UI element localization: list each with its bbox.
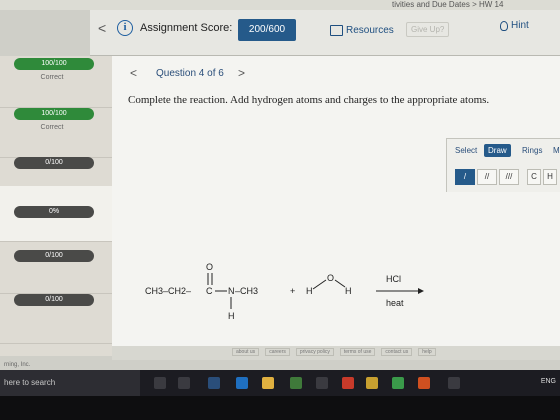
sidebar-question-1[interactable]: 100/100 Correct [0,56,112,108]
water-bond-left [312,279,327,290]
give-up-button[interactable]: Give Up? [406,22,450,37]
app-icon[interactable] [290,377,302,389]
sidebar-question-2[interactable]: 100/100 Correct [0,106,112,158]
tab-rings[interactable]: Rings [522,146,542,155]
taskbar-search-placeholder: here to search [4,378,56,387]
tab-more[interactable]: M [553,146,560,155]
reaction-arrow-head-icon [418,288,424,294]
top-strip: tivities and Due Dates > HW 14 [0,0,560,10]
page-footer: about us careers privacy policy terms of… [112,346,560,360]
nitrogen-label: N [228,286,235,296]
hydrogen-atom-button[interactable]: H [543,169,557,185]
previous-question-chevron-icon[interactable]: < [130,66,137,80]
footer-link-careers[interactable]: careers [265,348,290,356]
assignment-header: < i Assignment Score: 200/600 Resources … [90,10,560,56]
score-pill: 100/100 [14,58,94,70]
drawing-toolbar: Select Draw Rings M / // /// C H [446,138,560,192]
status-text: Correct [40,74,64,81]
carbonyl-carbon-label: C [206,286,213,296]
header-back-chevron-icon[interactable]: < [98,20,106,36]
question-prompt: Complete the reaction. Add hydrogen atom… [128,94,490,106]
score-pill: 0/100 [14,250,94,262]
chrome-icon[interactable] [392,377,404,389]
footer-link-terms[interactable]: terms of use [339,348,376,356]
footer-link-help[interactable]: help [418,348,436,356]
question-sidebar: 100/100 Correct 100/100 Correct 0/100 0%… [0,56,112,356]
resources-label: Resources [346,24,394,36]
score-pill: 100/100 [14,108,94,120]
app-icon[interactable] [366,377,378,389]
store-icon[interactable] [208,377,220,389]
app-icon[interactable] [342,377,354,389]
hint-label: Hint [511,20,529,31]
carbon-atom-button[interactable]: C [527,169,541,185]
sidebar-question-6[interactable]: 0/100 [0,292,112,344]
folder-icon [330,24,343,36]
assignment-score-label: Assignment Score: [140,22,233,34]
triple-bond-button[interactable]: /// [499,169,519,185]
file-explorer-icon[interactable] [262,377,274,389]
status-text: Correct [40,124,64,131]
copyright-text: rning, Inc. [4,362,31,368]
breadcrumb-separator: > [472,0,477,9]
app-icon[interactable] [448,377,460,389]
reaction-scheme: CH3–CH2– O C N –CH3 H + H O H HCl heat [140,260,440,335]
n-methyl-label: –CH3 [235,286,258,296]
next-question-chevron-icon[interactable]: > [238,66,245,80]
sidebar-question-4[interactable]: 0% [0,186,112,242]
resources-button[interactable]: Resources [330,20,394,40]
tab-select[interactable]: Select [455,146,477,155]
score-pill: 0/100 [14,157,94,169]
score-pill: 0% [14,206,94,218]
footer-link-contact[interactable]: contact us [381,348,413,356]
task-view-icon[interactable] [178,377,190,389]
double-bond-button[interactable]: // [477,169,497,185]
water-hydrogen-left: H [306,286,313,296]
edge-browser-icon[interactable] [236,377,248,389]
sidebar-question-5[interactable]: 0/100 [0,242,112,294]
breadcrumb[interactable]: tivities and Due Dates > HW 14 [392,0,503,9]
breadcrumb-current: HW 14 [478,0,504,9]
lightbulb-icon [500,20,508,31]
plus-sign: + [290,286,295,296]
footer-link-about[interactable]: about us [232,348,260,356]
reaction-svg: CH3–CH2– O C N –CH3 H + H O H HCl heat [145,262,424,321]
taskbar-search-box[interactable]: here to search [0,370,140,396]
score-pill: 0/100 [14,294,94,306]
n-hydrogen-label: H [228,311,235,321]
microphone-icon[interactable] [154,377,166,389]
info-icon[interactable]: i [117,20,133,36]
app-icon[interactable] [316,377,328,389]
carbonyl-oxygen-label: O [206,262,213,272]
screen-bezel [0,396,560,420]
footer-link-privacy[interactable]: privacy policy [295,348,334,356]
ethyl-group-label: CH3–CH2– [145,286,191,296]
water-oxygen-label: O [327,273,334,283]
footer-links: about us careers privacy policy terms of… [232,348,436,356]
water-hydrogen-right: H [345,286,352,296]
water-bond-right [334,279,346,288]
hint-button[interactable]: Hint [500,20,529,31]
reagent-label: HCl [386,274,401,284]
system-tray-language[interactable]: ENG [541,378,556,385]
taskbar: here to search ENG [0,370,560,396]
breadcrumb-activities[interactable]: tivities and Due Dates [392,0,470,9]
condition-label: heat [386,298,404,308]
question-title: Question 4 of 6 [156,68,224,79]
tab-draw[interactable]: Draw [484,144,511,157]
app-icon[interactable] [418,377,430,389]
single-bond-button[interactable]: / [455,169,475,185]
assignment-score-badge: 200/600 [238,19,296,41]
